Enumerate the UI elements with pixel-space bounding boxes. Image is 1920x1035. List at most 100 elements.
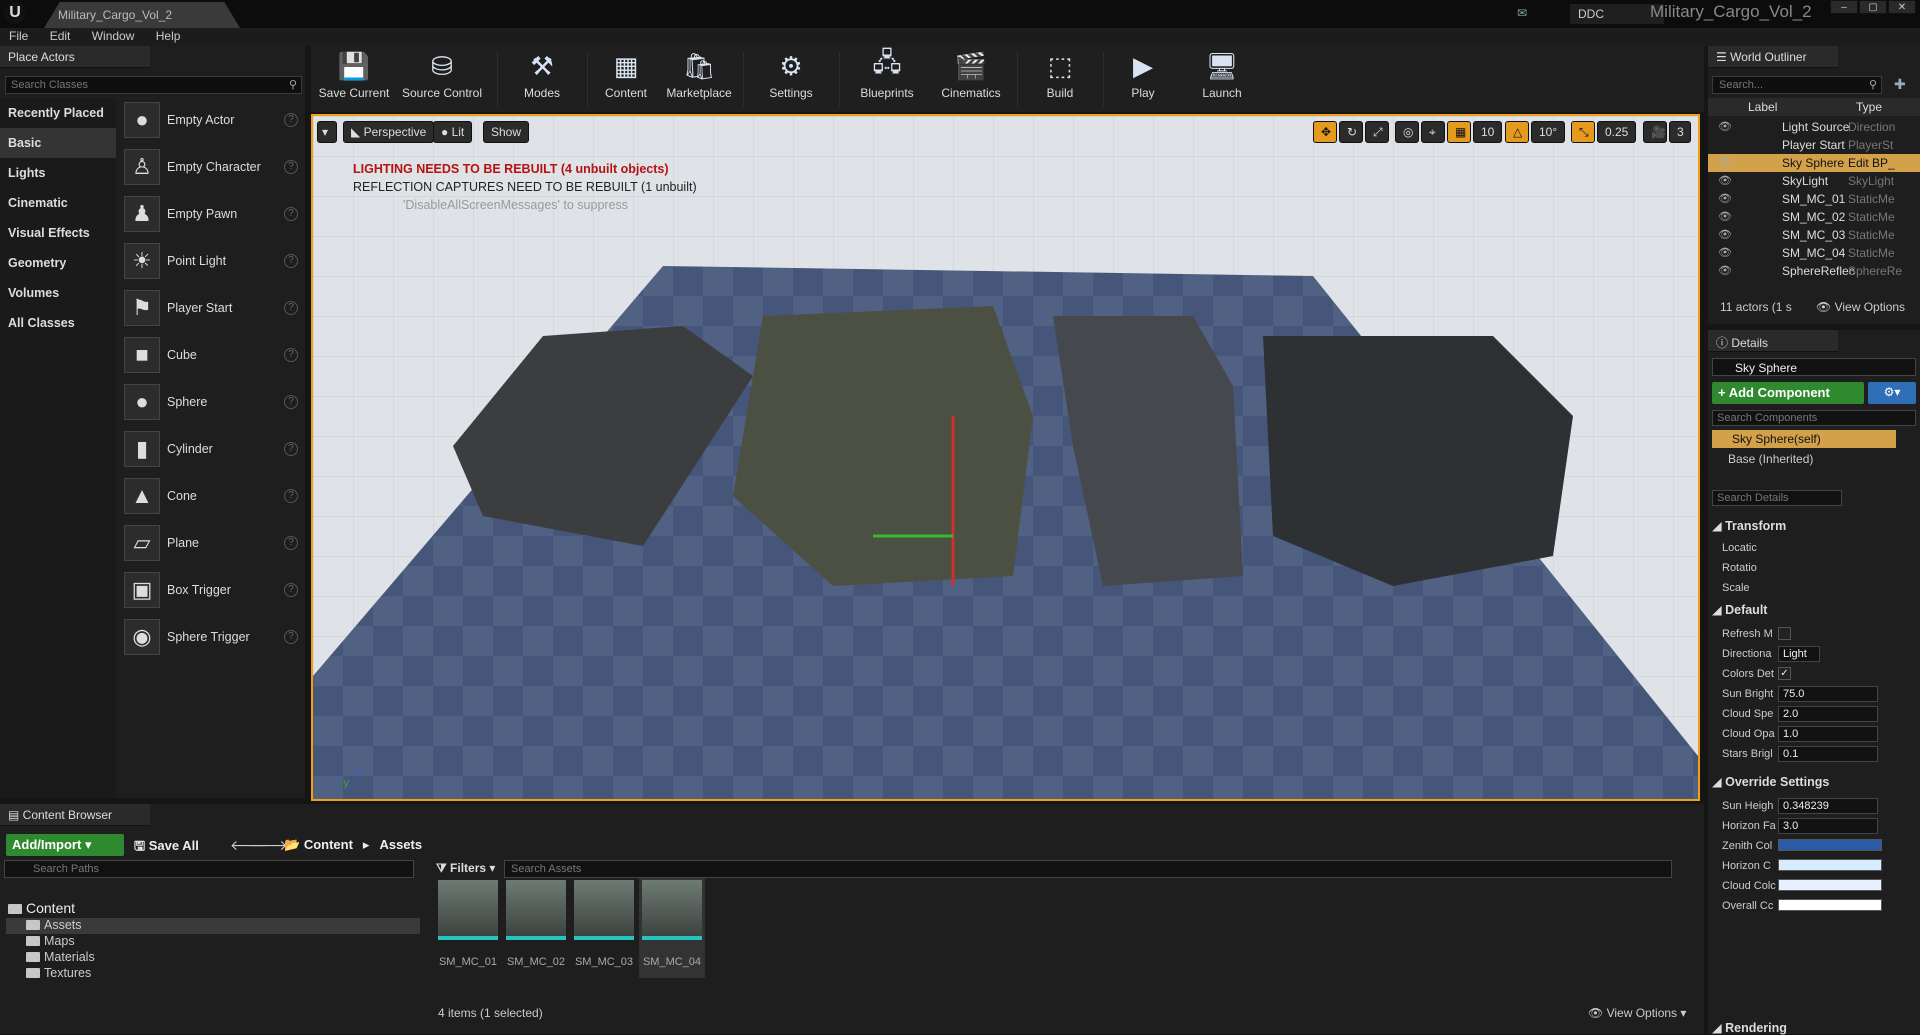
place-actors-tab[interactable]: Place Actors (0, 46, 150, 68)
transform-section[interactable]: ◢ Transform (1712, 518, 1786, 533)
scale-snap-icon[interactable]: ⤡ (1571, 121, 1595, 143)
content-view-options[interactable]: 👁 View Options ▾ (1588, 1006, 1686, 1020)
scale-icon[interactable]: ⤢ (1365, 121, 1389, 143)
actor-item[interactable]: ▮ Cylinder? (120, 427, 304, 474)
tree-folder[interactable]: Maps (26, 934, 75, 948)
menu-help[interactable]: Help (147, 28, 190, 44)
source-control-button[interactable]: ⛁ Source Control (397, 50, 487, 108)
outliner-row[interactable]: 👁 Light Source Direction (1708, 118, 1920, 136)
tree-folder[interactable]: Textures (26, 966, 91, 980)
visibility-eye-icon[interactable]: 👁 (1718, 210, 1732, 223)
help-icon[interactable]: ? (284, 630, 298, 644)
add-import-button[interactable]: Add/Import ▾ (6, 834, 124, 856)
scale-snap-value[interactable]: 0.25 (1597, 121, 1637, 143)
category-cinematic[interactable]: Cinematic (0, 188, 116, 218)
blueprints-button[interactable]: 🖧 Blueprints (847, 47, 927, 108)
minimize-button[interactable]: – (1830, 0, 1858, 14)
content-button[interactable]: ▦ Content (595, 50, 657, 108)
modes-button[interactable]: ⚒ Modes (507, 50, 577, 108)
refresh-checkbox[interactable] (1778, 627, 1791, 640)
world-outliner-tab[interactable]: ☰ World Outliner (1708, 46, 1838, 68)
label-column-header[interactable]: Label (1748, 100, 1777, 114)
breadcrumb-content[interactable]: Content (304, 837, 353, 852)
actor-item[interactable]: ▲ Cone? (120, 474, 304, 521)
viewport-options-button[interactable]: ▾ (317, 121, 337, 143)
surface-snap-icon[interactable]: ⌖ (1421, 121, 1445, 143)
actor-item[interactable]: ◉ Sphere Trigger? (120, 615, 304, 662)
colors-checkbox[interactable]: ✓ (1778, 667, 1791, 680)
rotate-icon[interactable]: ↻ (1339, 121, 1363, 143)
grid-snap-value[interactable]: 10 (1473, 121, 1503, 143)
directional-light-select[interactable]: Light (1778, 646, 1820, 662)
add-component-button[interactable]: + Add Component (1712, 382, 1864, 404)
type-column-header[interactable]: Type (1856, 100, 1882, 114)
rotation-snap-value[interactable]: 10° (1531, 121, 1566, 143)
visibility-eye-icon[interactable]: 👁 (1718, 156, 1732, 169)
actor-item[interactable]: ▣ Box Trigger? (120, 568, 304, 615)
actor-item[interactable]: ■ Cube? (120, 333, 304, 380)
asset-tile[interactable]: SM_MC_01 (435, 878, 501, 978)
help-icon[interactable]: ? (284, 442, 298, 456)
tree-root[interactable]: Content (8, 900, 75, 916)
help-icon[interactable]: ? (284, 489, 298, 503)
prop-value[interactable]: 0.1 (1778, 746, 1878, 762)
menu-file[interactable]: File (0, 28, 37, 44)
menu-edit[interactable]: Edit (41, 28, 80, 44)
help-icon[interactable]: ? (284, 395, 298, 409)
asset-tile[interactable]: SM_MC_02 (503, 878, 569, 978)
build-button[interactable]: ⬚ Build (1025, 50, 1095, 108)
cloud-color-swatch[interactable] (1778, 879, 1882, 891)
category-geometry[interactable]: Geometry (0, 248, 116, 278)
play-button[interactable]: ▶ Play (1111, 50, 1175, 108)
horizon-color-swatch[interactable] (1778, 859, 1882, 871)
close-button[interactable]: ✕ (1888, 0, 1916, 14)
asset-tile[interactable]: SM_MC_03 (571, 878, 637, 978)
category-all-classes[interactable]: All Classes (0, 308, 116, 338)
help-icon[interactable]: ? (284, 207, 298, 221)
help-icon[interactable]: ? (284, 113, 298, 127)
visibility-eye-icon[interactable]: 👁 (1718, 264, 1732, 277)
help-icon[interactable]: ? (284, 583, 298, 597)
category-lights[interactable]: Lights (0, 158, 116, 188)
outliner-search-input[interactable]: Search... ⚲ (1712, 76, 1882, 94)
help-icon[interactable]: ? (284, 536, 298, 550)
cinematics-button[interactable]: 🎬 Cinematics (931, 50, 1011, 108)
category-recently-placed[interactable]: Recently Placed (0, 98, 116, 128)
notification-icon[interactable]: ✉ (1517, 6, 1531, 20)
translate-icon[interactable]: ✥ (1313, 121, 1337, 143)
actor-item[interactable]: ♙ Empty Character? (120, 145, 304, 192)
outliner-row[interactable]: 👁 SkyLight SkyLight (1708, 172, 1920, 190)
breadcrumb-assets[interactable]: Assets (379, 837, 422, 852)
settings-button[interactable]: ⚙ Settings (751, 50, 831, 108)
prop-value[interactable]: 75.0 (1778, 686, 1878, 702)
visibility-eye-icon[interactable]: 👁 (1718, 120, 1732, 133)
menu-window[interactable]: Window (83, 28, 144, 44)
rendering-section[interactable]: ◢ Rendering (1712, 1020, 1787, 1035)
search-details-input[interactable]: Search Details (1712, 490, 1842, 506)
add-actor-icon[interactable]: ✚ (1894, 76, 1906, 93)
outliner-row[interactable]: 👁 SM_MC_02 StaticMe (1708, 208, 1920, 226)
level-viewport[interactable]: y z ▾ ◣ Perspective ● Lit Show ✥ ↻ ⤢ ◎ ⌖… (311, 114, 1700, 801)
prop-value[interactable]: 3.0 (1778, 818, 1878, 834)
show-button[interactable]: Show (483, 121, 530, 143)
actor-item[interactable]: ▱ Plane? (120, 521, 304, 568)
help-icon[interactable]: ? (284, 348, 298, 362)
details-tab[interactable]: ⓘ Details (1708, 330, 1838, 352)
visibility-eye-icon[interactable]: 👁 (1718, 228, 1732, 241)
visibility-eye-icon[interactable]: 👁 (1718, 174, 1732, 187)
search-components-input[interactable]: Search Components (1712, 410, 1916, 426)
actor-item[interactable]: ♟ Empty Pawn? (120, 192, 304, 239)
help-icon[interactable]: ? (284, 301, 298, 315)
maximize-button[interactable]: ▢ (1859, 0, 1887, 14)
camera-speed-icon[interactable]: 🎥 (1643, 121, 1667, 143)
category-volumes[interactable]: Volumes (0, 278, 116, 308)
document-tab[interactable]: Military_Cargo_Vol_2 (44, 2, 240, 28)
outliner-row[interactable]: 👁 SM_MC_01 StaticMe (1708, 190, 1920, 208)
outliner-row[interactable]: 👁 SM_MC_04 StaticMe (1708, 244, 1920, 262)
help-icon[interactable]: ? (284, 160, 298, 174)
category-basic[interactable]: Basic (0, 128, 116, 158)
content-browser-tab[interactable]: ▤ Content Browser (0, 804, 150, 826)
asset-tile-selected[interactable]: SM_MC_04 (639, 878, 705, 978)
lit-button[interactable]: ● Lit (433, 121, 473, 143)
actor-item[interactable]: ● Sphere? (120, 380, 304, 427)
